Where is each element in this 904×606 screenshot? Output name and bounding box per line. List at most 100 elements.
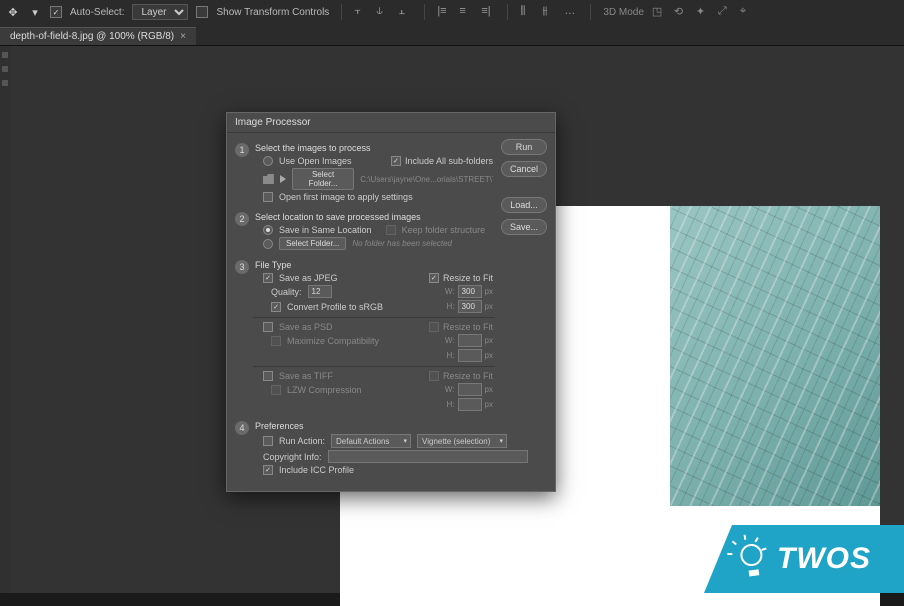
use-open-images-radio[interactable] xyxy=(263,156,273,166)
step-number-4: 4 xyxy=(235,421,249,435)
step4-title: Preferences xyxy=(255,421,539,431)
filetype-divider xyxy=(253,317,495,318)
same-location-radio[interactable] xyxy=(263,225,273,235)
left-toolstrip xyxy=(0,46,10,593)
toolbar-separator xyxy=(424,4,425,20)
dialog-title: Image Processor xyxy=(227,113,555,133)
step-number-2: 2 xyxy=(235,212,249,226)
max-compat-label: Maximize Compatibility xyxy=(287,336,379,346)
save-psd-checkbox[interactable] xyxy=(263,322,273,332)
toolbar-separator xyxy=(590,4,591,20)
document-tab[interactable]: depth-of-field-8.jpg @ 100% (RGB/8) × xyxy=(0,27,196,45)
jpeg-resize-checkbox[interactable] xyxy=(429,273,439,283)
px-label: px xyxy=(485,351,493,360)
document-tab-bar: depth-of-field-8.jpg @ 100% (RGB/8) × xyxy=(0,24,904,46)
move-tool-icon[interactable]: ✥ xyxy=(6,5,20,19)
use-open-images-label: Use Open Images xyxy=(279,156,352,166)
tiff-height-input xyxy=(458,398,482,411)
psd-resize-checkbox xyxy=(429,322,439,332)
show-transform-checkbox[interactable] xyxy=(196,6,208,18)
no-folder-text: No folder has been selected xyxy=(352,239,452,248)
align-right-icon[interactable]: ≡| xyxy=(481,5,495,19)
max-compat-checkbox xyxy=(271,336,281,346)
jpeg-height-input[interactable] xyxy=(458,300,482,313)
icc-profile-label: Include ICC Profile xyxy=(279,465,354,475)
save-button[interactable]: Save... xyxy=(501,219,547,235)
strip-mark xyxy=(2,80,8,86)
image-processor-dialog: Image Processor Run Cancel Load... Save.… xyxy=(226,112,556,492)
strip-mark xyxy=(2,66,8,72)
mode3d-icon: ⤢ xyxy=(718,5,732,19)
include-subfolders-checkbox[interactable] xyxy=(391,156,401,166)
save-tiff-label: Save as TIFF xyxy=(279,371,333,381)
select-save-folder-radio[interactable] xyxy=(263,239,273,249)
step3-title: File Type xyxy=(255,260,493,270)
open-first-image-checkbox[interactable] xyxy=(263,192,273,202)
select-folder-button[interactable]: Select Folder... xyxy=(292,168,354,190)
open-first-image-label: Open first image to apply settings xyxy=(279,192,413,202)
cancel-button[interactable]: Cancel xyxy=(501,161,547,177)
selected-folder-path: C:\Users\jayne\One...orials\STREET\Test xyxy=(360,175,493,184)
copyright-input[interactable] xyxy=(328,450,528,463)
folder-icon xyxy=(263,174,274,184)
jpeg-quality-label: Quality: xyxy=(271,287,302,297)
copyright-label: Copyright Info: xyxy=(263,452,322,462)
more-align-icon[interactable]: … xyxy=(564,5,578,19)
keep-folder-label: Keep folder structure xyxy=(402,225,486,235)
toolbar-separator xyxy=(507,4,508,20)
step1-title: Select the images to process xyxy=(255,143,493,153)
align-left-icon[interactable]: |≡ xyxy=(437,5,451,19)
distribute-v-icon[interactable]: ⫵ xyxy=(542,5,556,19)
bridge-icon[interactable] xyxy=(280,175,286,183)
convert-srgb-checkbox[interactable] xyxy=(271,302,281,312)
lzw-checkbox xyxy=(271,385,281,395)
options-toolbar: ✥ ▾ Auto-Select: Layer Show Transform Co… xyxy=(0,0,904,24)
mode3d-icon: ⌖ xyxy=(740,5,754,19)
run-action-label: Run Action: xyxy=(279,436,325,446)
include-subfolders-label: Include All sub-folders xyxy=(405,156,493,166)
keep-folder-checkbox xyxy=(386,225,396,235)
save-jpeg-checkbox[interactable] xyxy=(263,273,273,283)
save-jpeg-label: Save as JPEG xyxy=(279,273,338,283)
distribute-h-icon[interactable]: ⫼ xyxy=(520,5,534,19)
px-label: px xyxy=(485,385,493,394)
tiff-width-input xyxy=(458,383,482,396)
align-hcenter-icon[interactable]: ≡ xyxy=(459,5,473,19)
step3-section: 3 File Type Save as JPEG Resize to Fit Q… xyxy=(235,256,547,417)
jpeg-quality-input[interactable] xyxy=(308,285,332,298)
psd-width-input xyxy=(458,334,482,347)
toolbar-separator xyxy=(341,4,342,20)
jpeg-width-input[interactable] xyxy=(458,285,482,298)
run-action-checkbox[interactable] xyxy=(263,436,273,446)
show-transform-label: Show Transform Controls xyxy=(216,7,329,18)
mode3d-icon: ⟲ xyxy=(674,5,688,19)
tool-preset-chevron-icon[interactable]: ▾ xyxy=(28,5,42,19)
align-vcenter-icon[interactable]: ⫝ xyxy=(376,5,390,19)
auto-select-checkbox[interactable] xyxy=(50,6,62,18)
run-button[interactable]: Run xyxy=(501,139,547,155)
step2-title: Select location to save processed images xyxy=(255,212,493,222)
tiff-resize-checkbox xyxy=(429,371,439,381)
step4-section: 4 Preferences Run Action: Default Action… xyxy=(235,417,547,481)
mode-3d-label: 3D Mode xyxy=(603,7,644,18)
px-label: px xyxy=(485,400,493,409)
action-name-dropdown[interactable]: Vignette (selection) xyxy=(417,434,507,448)
align-top-icon[interactable]: ⫟ xyxy=(354,5,368,19)
strip-mark xyxy=(2,52,8,58)
filetype-divider xyxy=(253,366,495,367)
close-icon[interactable]: × xyxy=(180,31,186,42)
px-label: px xyxy=(485,302,493,311)
lzw-label: LZW Compression xyxy=(287,385,362,395)
icc-profile-checkbox[interactable] xyxy=(263,465,273,475)
action-set-dropdown[interactable]: Default Actions xyxy=(331,434,411,448)
mode3d-icon: ✦ xyxy=(696,5,710,19)
save-select-folder-button[interactable]: Select Folder... xyxy=(279,237,346,250)
load-button[interactable]: Load... xyxy=(501,197,547,213)
align-bottom-icon[interactable]: ⫠ xyxy=(398,5,412,19)
save-tiff-checkbox[interactable] xyxy=(263,371,273,381)
building-image xyxy=(670,206,880,506)
lightbulb-icon xyxy=(735,542,769,576)
auto-select-dropdown[interactable]: Layer xyxy=(132,4,188,20)
step-number-3: 3 xyxy=(235,260,249,274)
px-label: px xyxy=(485,336,493,345)
